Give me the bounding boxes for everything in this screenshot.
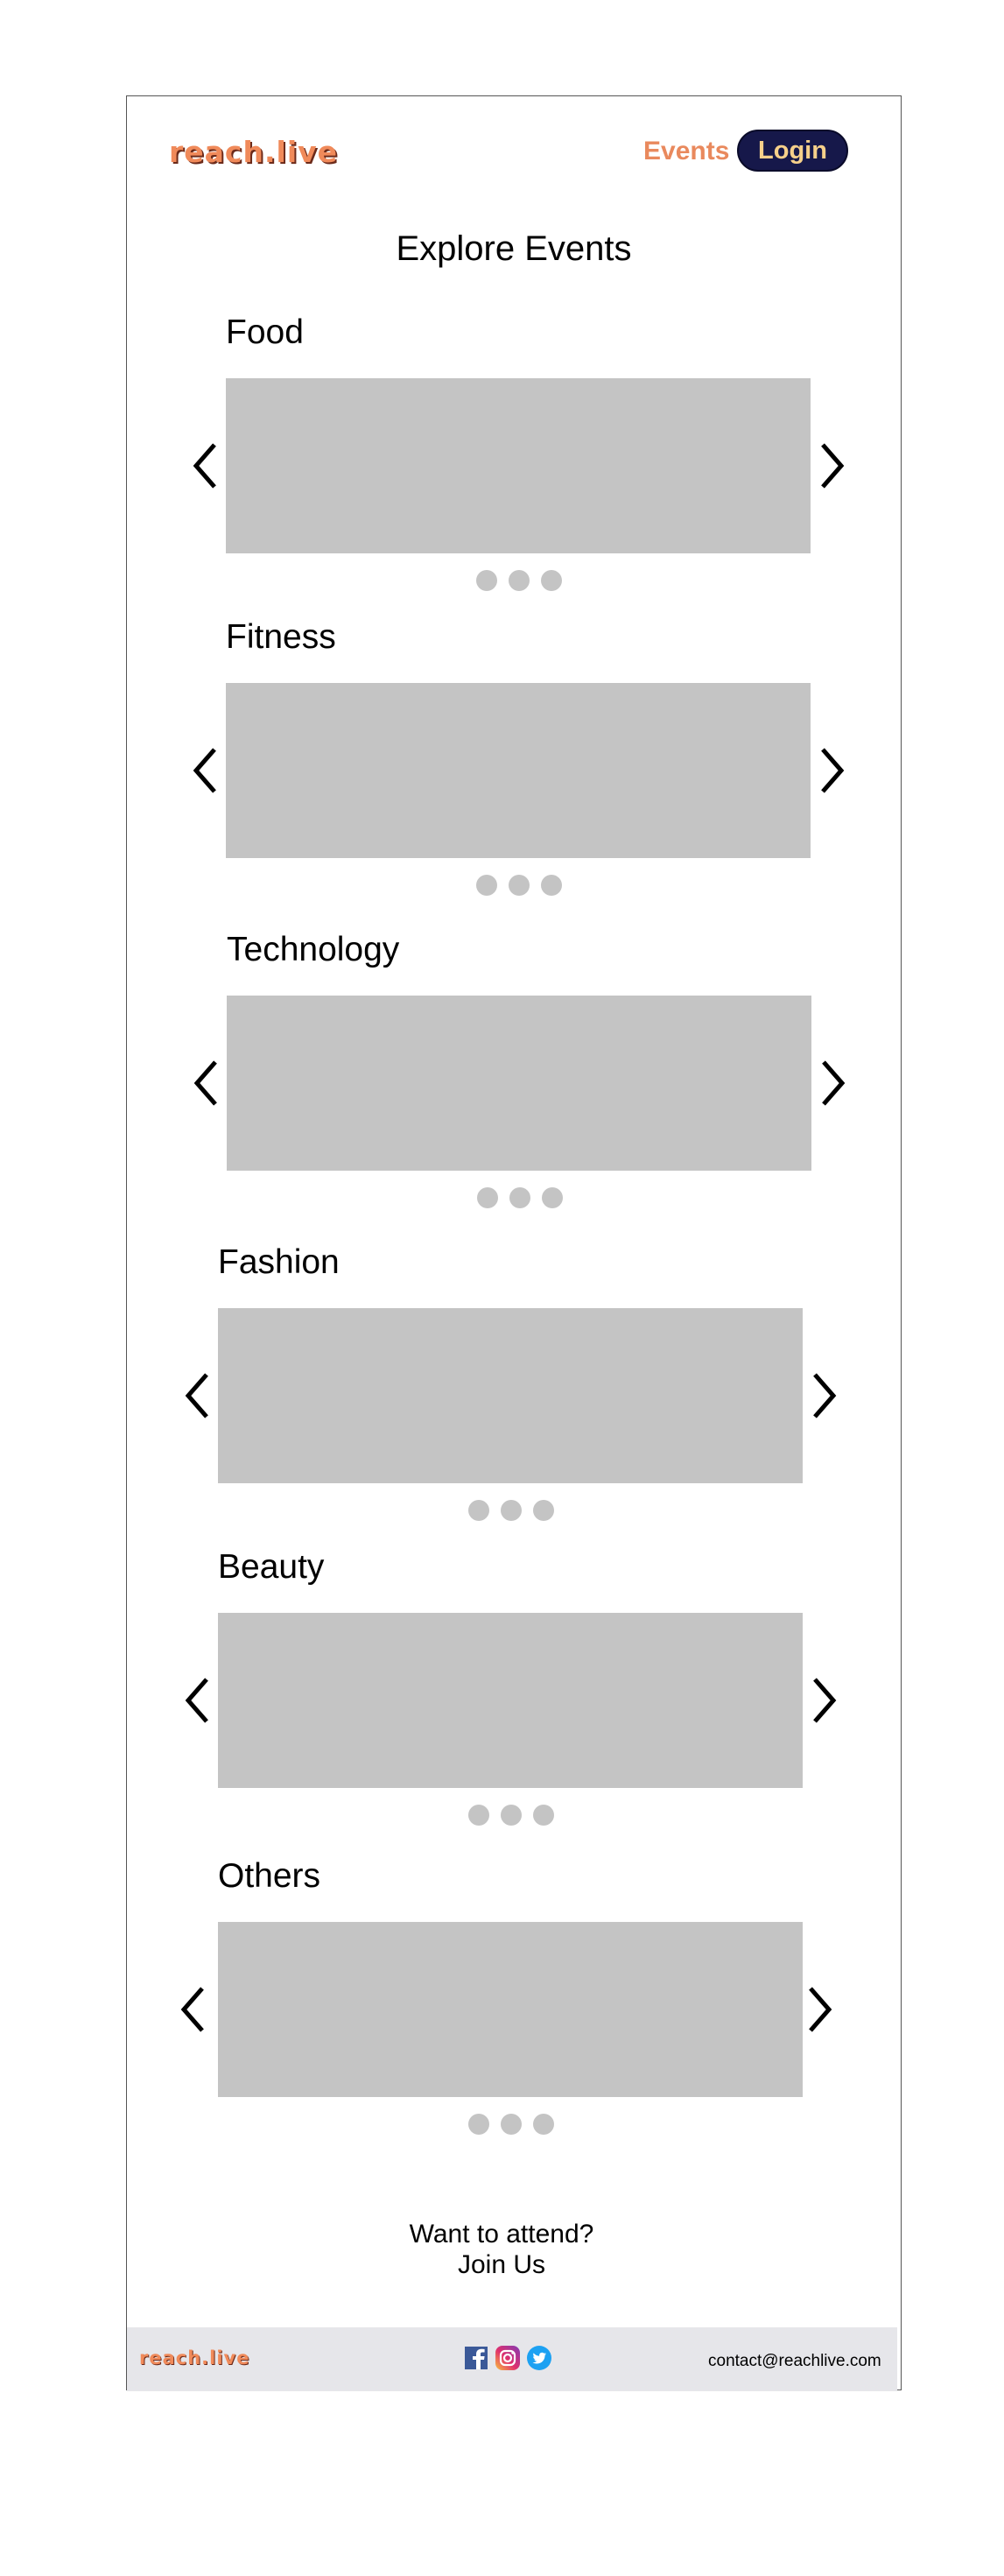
carousel-dot[interactable] <box>533 1805 554 1826</box>
carousel-dots <box>477 1187 563 1208</box>
section-title: Fashion <box>218 1243 340 1281</box>
carousel-dots <box>476 570 562 591</box>
carousel-dot[interactable] <box>509 1187 530 1208</box>
event-carousel-slide[interactable] <box>226 683 811 858</box>
carousel-dot[interactable] <box>533 2114 554 2135</box>
chevron-left-icon[interactable] <box>193 1059 219 1108</box>
carousel-dots <box>468 1805 554 1826</box>
chevron-left-icon[interactable] <box>179 1985 206 2034</box>
carousel-dot[interactable] <box>541 875 562 896</box>
carousel-dot[interactable] <box>501 1805 522 1826</box>
carousel-dots <box>468 1500 554 1521</box>
page-frame: reach.live Events Login Explore Events F… <box>126 95 902 2391</box>
carousel-dots <box>468 2114 554 2135</box>
chevron-left-icon[interactable] <box>192 441 218 490</box>
carousel-dot[interactable] <box>509 570 530 591</box>
section-title: Technology <box>227 931 400 968</box>
event-carousel-slide[interactable] <box>218 1922 803 2097</box>
footer: reach.live contact@reachlive.com <box>127 2327 897 2391</box>
carousel-dot[interactable] <box>468 1500 489 1521</box>
chevron-right-icon[interactable] <box>819 441 846 490</box>
chevron-left-icon[interactable] <box>192 746 218 795</box>
event-carousel-slide[interactable] <box>226 378 811 553</box>
carousel-dot[interactable] <box>468 2114 489 2135</box>
contact-email[interactable]: contact@reachlive.com <box>708 2352 881 2371</box>
nav-events-link[interactable]: Events <box>643 137 729 166</box>
chevron-right-icon[interactable] <box>811 1676 838 1725</box>
chevron-right-icon[interactable] <box>820 1059 846 1108</box>
chevron-right-icon[interactable] <box>807 1985 833 2034</box>
carousel-dot[interactable] <box>542 1187 563 1208</box>
carousel-dot[interactable] <box>501 1500 522 1521</box>
page-title: Explore Events <box>396 229 632 268</box>
section-title: Fitness <box>226 618 336 656</box>
carousel-dot[interactable] <box>509 875 530 896</box>
join-cta[interactable]: Want to attend? Join Us <box>127 2219 876 2280</box>
facebook-icon[interactable] <box>463 2345 489 2371</box>
carousel-dots <box>476 875 562 896</box>
twitter-icon[interactable] <box>526 2345 552 2371</box>
section-title: Beauty <box>218 1548 325 1586</box>
carousel-dot[interactable] <box>541 570 562 591</box>
section-title: Others <box>218 1857 321 1895</box>
carousel-dot[interactable] <box>501 2114 522 2135</box>
logo[interactable]: reach.live <box>169 135 338 169</box>
event-carousel-slide[interactable] <box>227 996 811 1171</box>
event-carousel-slide[interactable] <box>218 1308 803 1483</box>
chevron-right-icon[interactable] <box>819 746 846 795</box>
event-carousel-slide[interactable] <box>218 1613 803 1788</box>
chevron-left-icon[interactable] <box>184 1676 210 1725</box>
carousel-dot[interactable] <box>476 875 497 896</box>
carousel-dot[interactable] <box>476 570 497 591</box>
chevron-right-icon[interactable] <box>811 1371 838 1420</box>
social-links <box>463 2345 552 2371</box>
section-title: Food <box>226 313 304 351</box>
carousel-dot[interactable] <box>468 1805 489 1826</box>
carousel-dot[interactable] <box>533 1500 554 1521</box>
footer-logo[interactable]: reach.live <box>139 2347 249 2368</box>
login-button[interactable]: Login <box>737 130 848 172</box>
cta-join-link[interactable]: Join Us <box>127 2249 876 2280</box>
carousel-dot[interactable] <box>477 1187 498 1208</box>
chevron-left-icon[interactable] <box>184 1371 210 1420</box>
instagram-icon[interactable] <box>495 2345 521 2371</box>
cta-question: Want to attend? <box>409 2220 594 2249</box>
